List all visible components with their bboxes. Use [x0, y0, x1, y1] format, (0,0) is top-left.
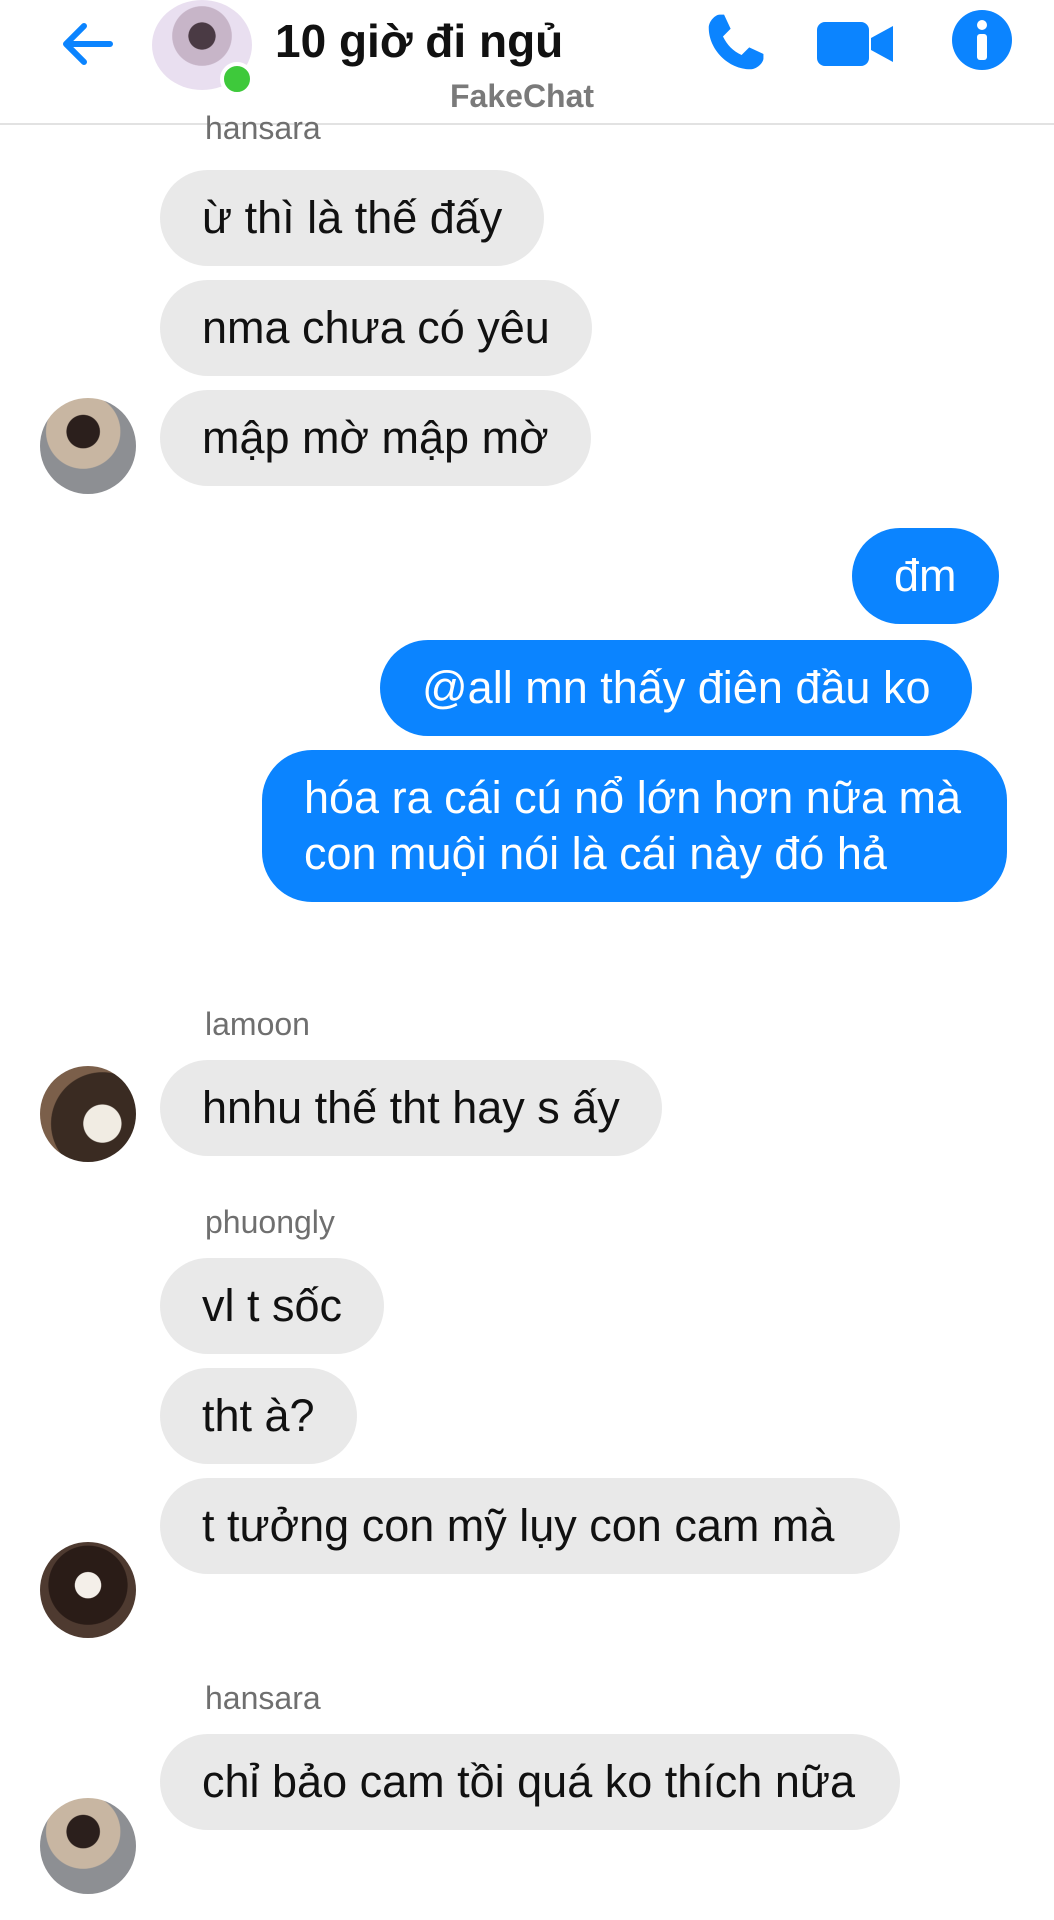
message-bubble[interactable]: chỉ bảo cam tồi quá ko thích nữa: [160, 1734, 900, 1830]
chat-subtitle: FakeChat: [450, 78, 595, 114]
sender-name: phuongly: [205, 1204, 335, 1240]
message-bubble[interactable]: hóa ra cái cú nổ lớn hơn nữa mà con muội…: [262, 750, 1007, 902]
phone-icon[interactable]: [700, 8, 770, 78]
message-bubble[interactable]: mập mờ mập mờ: [160, 390, 591, 486]
sender-name: hansara: [205, 110, 321, 146]
message-bubble[interactable]: vl t sốc: [160, 1258, 385, 1354]
back-arrow-icon[interactable]: [54, 12, 118, 76]
sender-name: lamoon: [205, 1006, 310, 1042]
sender-avatar[interactable]: [40, 398, 136, 494]
sender-avatar[interactable]: [40, 1798, 136, 1894]
message-bubble[interactable]: @all mn thấy điên đầu ko: [380, 640, 973, 736]
sender-avatar[interactable]: [40, 1066, 136, 1162]
message-bubble[interactable]: tht à?: [160, 1368, 357, 1464]
message-bubble[interactable]: hnhu thế tht hay s ấy: [160, 1060, 662, 1156]
chat-title[interactable]: 10 giờ đi ngủ: [275, 14, 563, 68]
info-icon[interactable]: [950, 8, 1014, 72]
sender-name: hansara: [205, 1680, 321, 1716]
message-bubble[interactable]: đm: [852, 528, 999, 624]
video-camera-icon[interactable]: [815, 14, 895, 74]
chat-header: 10 giờ đi ngủ FakeChat: [0, 0, 1054, 125]
sender-avatar[interactable]: [40, 1542, 136, 1638]
online-status-dot: [220, 62, 254, 96]
message-bubble[interactable]: nma chưa có yêu: [160, 280, 592, 376]
message-bubble[interactable]: t tưởng con mỹ lụy con cam mà: [160, 1478, 900, 1574]
message-bubble[interactable]: ừ thì là thế đấy: [160, 170, 545, 266]
